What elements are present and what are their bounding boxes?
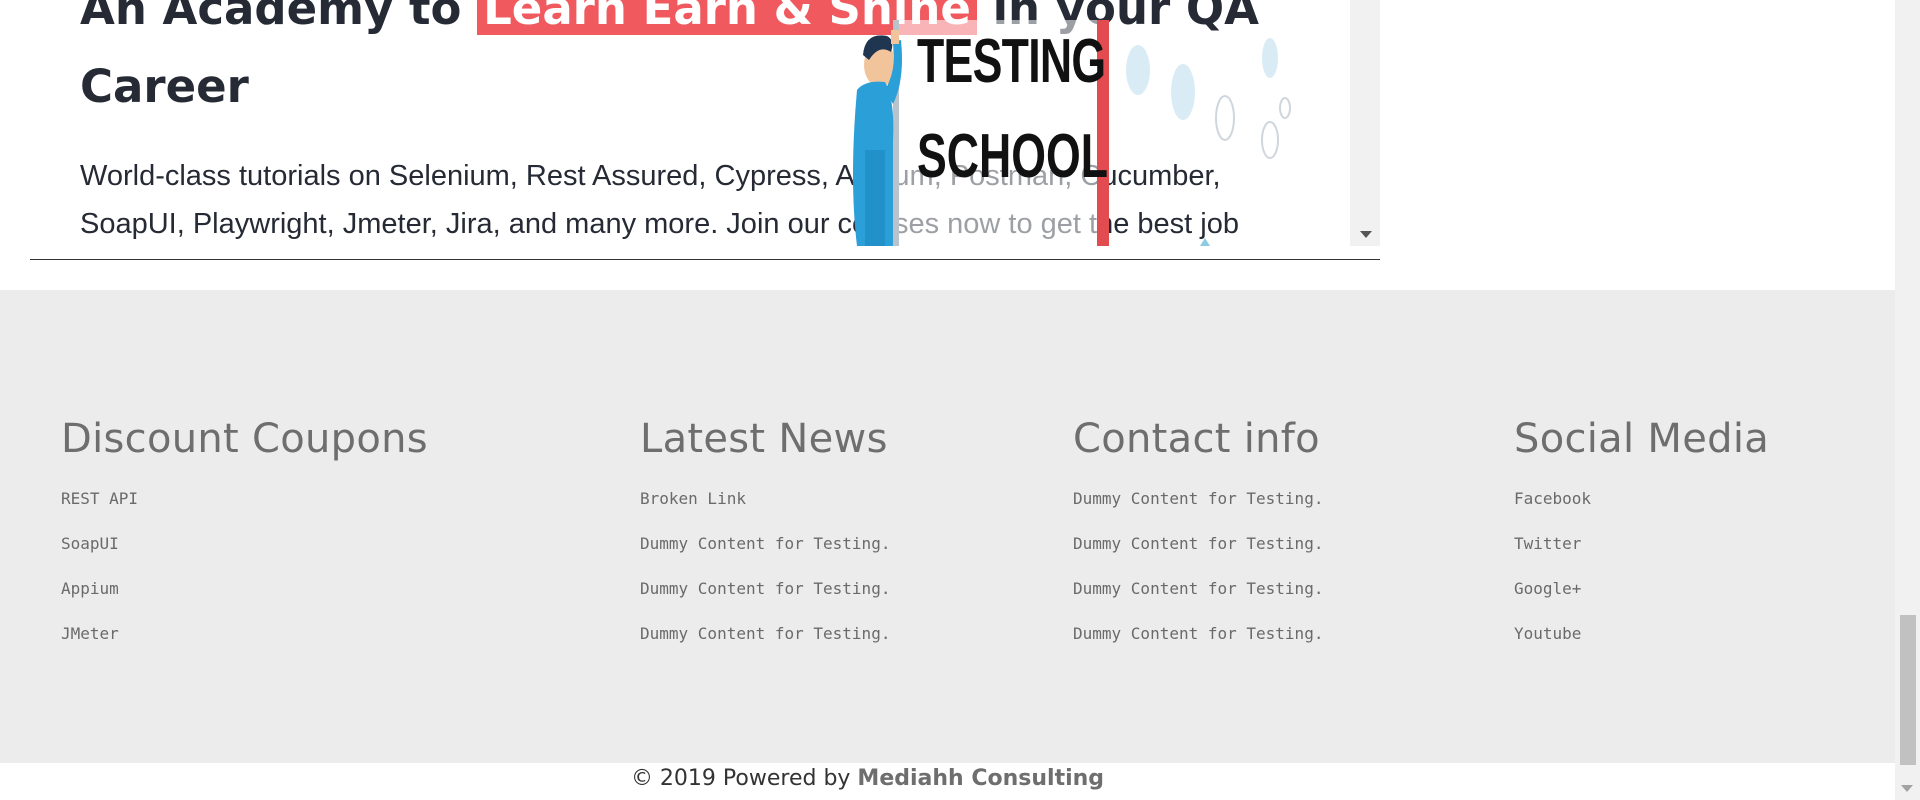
copyright-bar: © 2019 Powered by Mediahh Consulting xyxy=(0,766,1895,791)
footer-link[interactable]: Dummy Content for Testing. xyxy=(640,566,890,611)
frame-content: An Academy to Learn Earn & Shine in your… xyxy=(30,0,1350,246)
copyright-company-link[interactable]: Mediahh Consulting xyxy=(857,766,1104,791)
page-scrollbar[interactable] xyxy=(1895,0,1920,800)
footer-column-title: Social Media xyxy=(1514,416,1770,462)
footer-link[interactable]: JMeter xyxy=(61,611,428,656)
footer-link[interactable]: SoapUI xyxy=(61,521,428,566)
illustration-title-line1: TESTING xyxy=(917,27,1106,96)
hero-heading-prefix: An Academy to xyxy=(80,0,478,35)
footer-link[interactable]: Dummy Content for Testing. xyxy=(640,521,890,566)
footer-link[interactable]: Dummy Content for Testing. xyxy=(1073,566,1323,611)
footer-column-title: Discount Coupons xyxy=(61,416,428,462)
footer-column-title: Contact info xyxy=(1073,416,1320,462)
footer-column-social-media: Social Media Facebook Twitter Google+ Yo… xyxy=(1514,416,1769,656)
footer-link[interactable]: REST API xyxy=(61,476,428,521)
footer-link[interactable]: Dummy Content for Testing. xyxy=(1073,521,1323,566)
embedded-frame: An Academy to Learn Earn & Shine in your… xyxy=(30,0,1380,260)
footer-link[interactable]: Dummy Content for Testing. xyxy=(640,611,890,656)
footer-column-discount-coupons: Discount Coupons REST API SoapUI Appium … xyxy=(61,416,428,656)
page-scrollbar-thumb[interactable] xyxy=(1900,615,1916,765)
footer-link-google-plus[interactable]: Google+ xyxy=(1514,566,1769,611)
footer-link-youtube[interactable]: Youtube xyxy=(1514,611,1769,656)
footer-link-twitter[interactable]: Twitter xyxy=(1514,521,1769,566)
scroll-down-arrow-icon[interactable] xyxy=(1360,231,1372,238)
footer-link[interactable]: Dummy Content for Testing. xyxy=(1073,611,1323,656)
footer-column-title: Latest News xyxy=(640,416,888,462)
footer-link[interactable]: Broken Link xyxy=(640,476,890,521)
footer-link-facebook[interactable]: Facebook xyxy=(1514,476,1769,521)
footer-column-contact-info: Contact info Dummy Content for Testing. … xyxy=(1073,416,1323,656)
frame-scrollbar[interactable] xyxy=(1350,0,1380,246)
site-footer: Discount Coupons REST API SoapUI Appium … xyxy=(0,290,1895,763)
footer-link[interactable]: Appium xyxy=(61,566,428,611)
footer-column-latest-news: Latest News Broken Link Dummy Content fo… xyxy=(640,416,890,656)
testing-school-illustration: TESTING SCHOOL xyxy=(835,0,1305,246)
illustration-title-line2: SCHOOL xyxy=(917,122,1108,191)
copyright-text: © 2019 Powered by xyxy=(630,766,858,791)
page-scroll-down-arrow-icon[interactable] xyxy=(1901,785,1913,792)
footer-link[interactable]: Dummy Content for Testing. xyxy=(1073,476,1323,521)
